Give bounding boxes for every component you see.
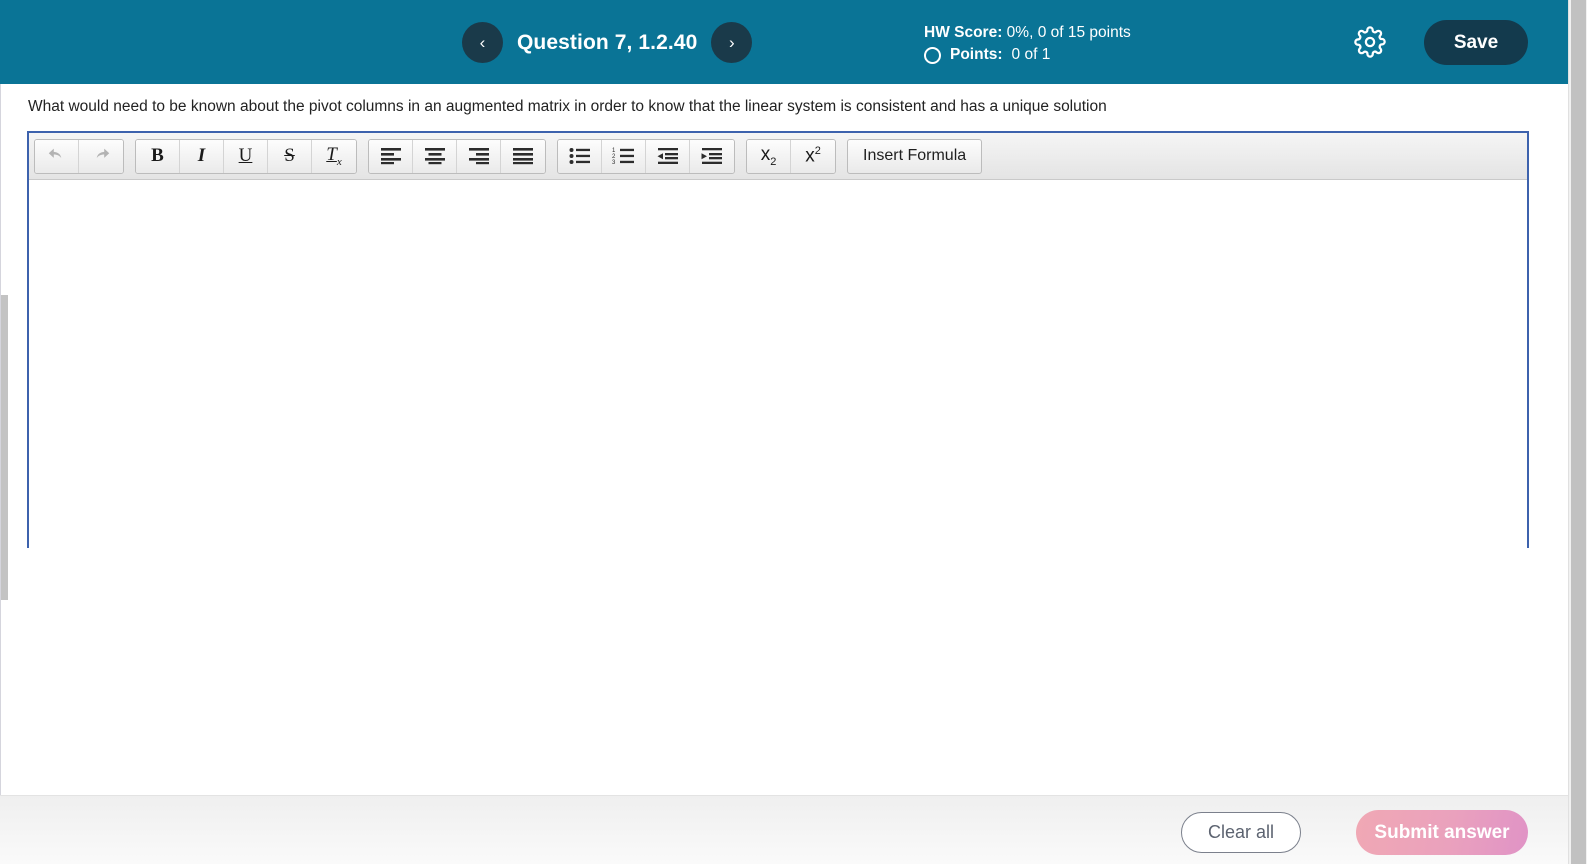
- align-right-icon: [468, 148, 489, 165]
- points-label: Points:: [950, 46, 1003, 63]
- score-summary: HW Score: 0%, 0 of 15 points Points: 0 o…: [924, 22, 1131, 66]
- subscript-button[interactable]: x2: [747, 139, 791, 173]
- strikethrough-button[interactable]: S: [268, 139, 312, 173]
- align-center-icon: [424, 148, 445, 165]
- outdent-button[interactable]: [646, 139, 690, 173]
- gear-icon[interactable]: [1354, 26, 1386, 58]
- outdent-icon: [657, 148, 678, 164]
- bold-icon: B: [151, 145, 164, 166]
- hw-score-line: HW Score: 0%, 0 of 15 points: [924, 22, 1131, 44]
- superscript-button[interactable]: x2: [791, 139, 835, 173]
- subscript-icon: x2: [760, 144, 777, 168]
- points-value: 0 of 1: [1011, 46, 1051, 63]
- numbered-list-icon: 1 2 3: [612, 148, 634, 165]
- page-title: Question 7, 1.2.40: [517, 30, 698, 54]
- toolbar-group-text-style: B I U S Tx: [135, 138, 357, 174]
- align-left-button[interactable]: [369, 139, 413, 173]
- toolbar-group-script: x2 x2: [746, 138, 836, 174]
- page-scrollbar[interactable]: [1568, 0, 1587, 864]
- submit-answer-button[interactable]: Submit answer: [1356, 810, 1528, 855]
- toolbar-group-lists: 1 2 3: [557, 138, 735, 174]
- align-left-icon: [380, 148, 401, 165]
- remove-format-icon: Tx: [326, 144, 342, 168]
- toolbar-group-history: [34, 138, 124, 174]
- previous-question-button[interactable]: ‹: [462, 22, 503, 63]
- hw-score-value: 0%, 0 of 15 points: [1002, 24, 1131, 41]
- next-question-button[interactable]: ›: [711, 22, 753, 63]
- clear-all-button[interactable]: Clear all: [1181, 812, 1301, 853]
- save-button[interactable]: Save: [1424, 20, 1528, 65]
- underline-icon: U: [238, 145, 253, 166]
- question-navigator: ‹ Question 7, 1.2.40 ›: [462, 22, 753, 63]
- page-scrollbar-thumb[interactable]: [1571, 0, 1586, 864]
- bulleted-list-button[interactable]: [558, 139, 602, 173]
- bulleted-list-icon: [569, 148, 590, 164]
- strikethrough-icon: S: [284, 145, 295, 166]
- page-header: ‹ Question 7, 1.2.40 › HW Score: 0%, 0 o…: [0, 0, 1568, 84]
- numbered-list-button[interactable]: 1 2 3: [602, 139, 646, 173]
- left-scrollbar-sliver[interactable]: [1, 295, 8, 600]
- underline-button[interactable]: U: [224, 139, 268, 173]
- align-right-button[interactable]: [457, 139, 501, 173]
- indent-button[interactable]: [690, 139, 734, 173]
- toolbar-group-alignment: [368, 138, 546, 174]
- hw-score-label: HW Score:: [924, 24, 1003, 41]
- question-prompt: What would need to be known about the pi…: [28, 98, 1107, 115]
- insert-formula-button[interactable]: Insert Formula: [847, 138, 983, 174]
- superscript-icon: x2: [805, 144, 821, 167]
- question-page: ‹ Question 7, 1.2.40 › HW Score: 0%, 0 o…: [0, 0, 1587, 864]
- editor-text-area[interactable]: [29, 180, 1527, 548]
- points-line: Points: 0 of 1: [924, 44, 1131, 66]
- italic-icon: I: [197, 145, 206, 166]
- align-justify-button[interactable]: [501, 139, 545, 173]
- circle-outline-icon: [924, 46, 941, 64]
- question-content: What would need to be known about the pi…: [0, 84, 1568, 795]
- italic-button[interactable]: I: [180, 139, 224, 173]
- redo-button[interactable]: [79, 139, 123, 173]
- remove-format-button[interactable]: Tx: [312, 139, 356, 173]
- undo-button[interactable]: [35, 139, 79, 173]
- align-justify-icon: [513, 148, 533, 165]
- indent-icon: [701, 148, 722, 164]
- bold-button[interactable]: B: [136, 139, 180, 173]
- svg-text:3: 3: [612, 160, 616, 165]
- rich-text-editor: B I U S Tx 1 2 3 x2 x2 Insert Formula: [27, 131, 1529, 548]
- align-center-button[interactable]: [413, 139, 457, 173]
- action-footer: Clear all Submit answer: [0, 795, 1568, 864]
- editor-toolbar: B I U S Tx 1 2 3 x2 x2 Insert Formula: [29, 133, 1527, 180]
